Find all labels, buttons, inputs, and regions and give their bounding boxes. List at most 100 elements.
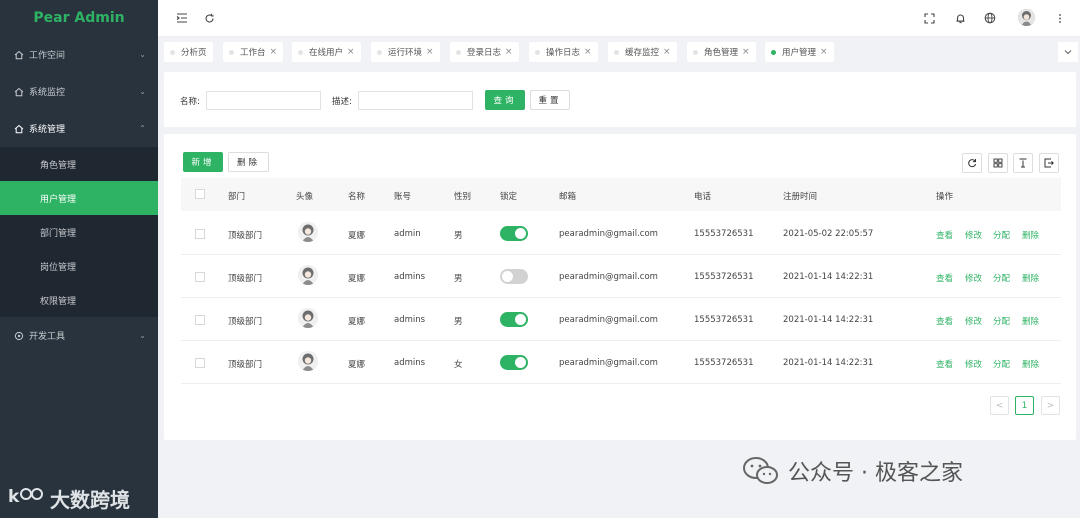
tab-label: 工作台 [240, 48, 266, 58]
tab-runtime[interactable]: 运行环境 × [371, 42, 440, 62]
menu-fold-icon[interactable] [174, 10, 190, 26]
sidebar-item-monitor[interactable]: 系统监控 ⌄ [0, 73, 158, 110]
assign-link[interactable]: 分配 [993, 229, 1010, 241]
assign-link[interactable]: 分配 [993, 272, 1010, 284]
close-icon[interactable]: × [347, 47, 355, 57]
toggle-knob [502, 271, 513, 282]
user-avatar[interactable] [1018, 9, 1035, 26]
sidebar-item-system[interactable]: 系统管理 ⌃ [0, 110, 158, 147]
close-icon[interactable]: × [584, 47, 592, 57]
description-input[interactable] [358, 91, 473, 110]
edit-link[interactable]: 修改 [965, 358, 982, 370]
next-page-button[interactable]: > [1041, 396, 1060, 415]
lock-toggle[interactable] [500, 312, 528, 327]
select-all-checkbox[interactable] [195, 189, 205, 199]
lock-toggle[interactable] [500, 269, 528, 284]
tab-cache-monitor[interactable]: 缓存监控 × [608, 42, 677, 62]
row-checkbox[interactable] [195, 272, 205, 282]
delete-link[interactable]: 删除 [1022, 272, 1039, 284]
print-icon[interactable] [1039, 153, 1059, 173]
delete-link[interactable]: 删除 [1022, 358, 1039, 370]
table-row: 顶级部门 夏娜 admins 男 pearadmin@gmail.com 155… [181, 255, 1061, 298]
chevron-down-icon: ⌄ [139, 87, 146, 96]
tab-analysis[interactable]: 分析页 [164, 42, 213, 62]
close-icon[interactable]: × [820, 47, 828, 57]
created-cell: 2021-05-02 22:05:57 [783, 229, 874, 239]
edit-link[interactable]: 修改 [965, 315, 982, 327]
reset-button[interactable]: 重置 [530, 90, 570, 110]
tab-menu-chevron-icon[interactable] [1058, 42, 1078, 62]
tab-user-management[interactable]: 用户管理 × [765, 42, 834, 62]
row-checkbox[interactable] [195, 358, 205, 368]
column-header: 名称 [348, 192, 366, 202]
phone-cell: 15553726531 [694, 358, 754, 368]
view-link[interactable]: 查看 [936, 272, 953, 284]
view-link[interactable]: 查看 [936, 229, 953, 241]
tab-label: 分析页 [181, 48, 207, 58]
lock-toggle[interactable] [500, 226, 528, 241]
query-button[interactable]: 查询 [485, 90, 525, 110]
close-icon[interactable]: × [742, 47, 750, 57]
close-icon[interactable]: × [426, 47, 434, 57]
sidebar-item-roles[interactable]: 角色管理 [0, 147, 158, 181]
sidebar-item-users[interactable]: 用户管理 [0, 181, 158, 215]
tab-online-users[interactable]: 在线用户 × [292, 42, 361, 62]
prev-page-button[interactable]: < [990, 396, 1009, 415]
close-icon[interactable]: × [505, 47, 513, 57]
view-link[interactable]: 查看 [936, 315, 953, 327]
email-cell: pearadmin@gmail.com [559, 315, 658, 325]
globe-icon[interactable] [982, 10, 998, 26]
app-logo[interactable]: Pear Admin [0, 0, 158, 36]
home-icon [14, 87, 24, 97]
email-cell: pearadmin@gmail.com [559, 358, 658, 368]
close-icon[interactable]: × [270, 47, 278, 57]
delete-link[interactable]: 删除 [1022, 229, 1039, 241]
edit-link[interactable]: 修改 [965, 229, 982, 241]
name-cell: 夏娜 [348, 360, 366, 370]
assign-link[interactable]: 分配 [993, 315, 1010, 327]
sidebar-item-label: 系统管理 [29, 125, 66, 135]
delete-link[interactable]: 删除 [1022, 315, 1039, 327]
lock-toggle[interactable] [500, 355, 528, 370]
dept-cell: 顶级部门 [228, 274, 263, 284]
tab-dot [535, 49, 540, 55]
sidebar-item-label: 系统监控 [29, 88, 66, 98]
more-vertical-icon[interactable] [1052, 10, 1068, 26]
add-button[interactable]: 新增 [183, 152, 223, 172]
wechat-watermark-text: 公众号 · 极客之家 [788, 461, 963, 486]
sidebar-item-positions[interactable]: 岗位管理 [0, 249, 158, 283]
column-header: 锁定 [500, 192, 518, 202]
edit-link[interactable]: 修改 [965, 272, 982, 284]
row-checkbox[interactable] [195, 229, 205, 239]
bell-icon[interactable] [952, 10, 968, 26]
avatar [298, 351, 318, 371]
sidebar-item-departments[interactable]: 部门管理 [0, 215, 158, 249]
toggle-knob [515, 357, 526, 368]
email-cell: pearadmin@gmail.com [559, 272, 658, 282]
close-icon[interactable]: × [663, 47, 671, 57]
tab-label: 用户管理 [782, 48, 817, 58]
tab-role-management[interactable]: 角色管理 × [687, 42, 756, 62]
column-header: 电话 [694, 192, 712, 202]
view-link[interactable]: 查看 [936, 358, 953, 370]
tab-login-log[interactable]: 登录日志 × [450, 42, 519, 62]
tab-label: 登录日志 [467, 48, 502, 58]
brand-watermark: k 大数跨境 [8, 484, 130, 513]
row-checkbox[interactable] [195, 315, 205, 325]
tab-workbench[interactable]: 工作台 × [223, 42, 284, 62]
toggle-knob [515, 314, 526, 325]
grid-icon[interactable] [988, 153, 1008, 173]
sidebar-item-permissions[interactable]: 权限管理 [0, 283, 158, 317]
sidebar-item-devtools[interactable]: 开发工具 ⌄ [0, 317, 158, 354]
export-icon[interactable] [1013, 153, 1033, 173]
tab-operation-log[interactable]: 操作日志 × [529, 42, 598, 62]
fullscreen-icon[interactable] [921, 10, 937, 26]
sidebar-item-workspace[interactable]: 工作空间 ⌄ [0, 36, 158, 73]
brand-logo-icon: k [8, 485, 46, 512]
assign-link[interactable]: 分配 [993, 358, 1010, 370]
name-input[interactable] [206, 91, 321, 110]
refresh-icon[interactable] [962, 153, 982, 173]
refresh-icon[interactable] [201, 10, 217, 26]
page-1-button[interactable]: 1 [1015, 396, 1034, 415]
delete-button[interactable]: 删除 [228, 152, 269, 172]
